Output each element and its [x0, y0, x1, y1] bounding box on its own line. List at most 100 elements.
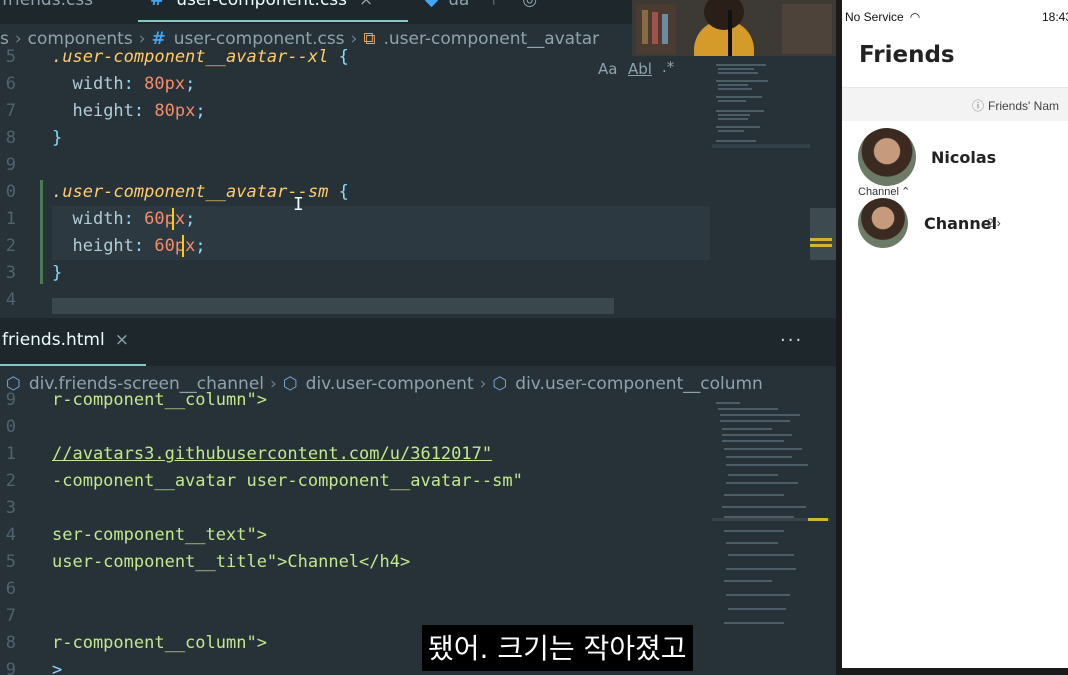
code-line[interactable]: ser-component__text">: [52, 525, 267, 545]
chevron-right-icon: ›: [270, 374, 277, 394]
info-icon: ⓘ: [972, 99, 985, 113]
source-control-icon[interactable]: ⑂: [489, 0, 499, 10]
regex-toggle[interactable]: .*: [662, 58, 674, 76]
git-modified-marker: [40, 180, 43, 284]
code-line[interactable]: r-component__column">: [52, 390, 267, 410]
symbol-class-icon: ⧉: [363, 29, 376, 49]
breadcrumb-item[interactable]: s: [0, 29, 9, 49]
section-header: ⓘ Friends' Nam: [842, 87, 1068, 121]
css-file-icon: #: [151, 29, 166, 49]
friend-name[interactable]: Nicolas: [931, 148, 996, 167]
line-number: 1: [5, 444, 16, 464]
chevron-up-icon: ⌃: [900, 186, 911, 198]
breadcrumb-item[interactable]: div.user-component__column: [515, 374, 763, 394]
line-number: 0: [5, 182, 16, 202]
active-tab-indicator: [0, 364, 146, 366]
tab-other[interactable]: ◆ ua ⑂ ◎: [425, 0, 537, 20]
chevron-right-icon: ›: [479, 374, 487, 394]
component-cube-icon: ⬡: [492, 374, 508, 394]
carrier-label: No Service: [845, 10, 904, 24]
mic-stand: [728, 10, 732, 56]
avatar[interactable]: [858, 128, 916, 186]
text-cursor-icon: I: [293, 194, 304, 215]
vue-file-icon: ◆: [425, 0, 439, 10]
chevron-right-icon: ›: [14, 29, 22, 49]
line-number: 3: [5, 498, 16, 518]
code-line[interactable]: -component__avatar user-component__avata…: [52, 471, 523, 491]
code-line[interactable]: .user-component__avatar--xl {: [52, 47, 349, 67]
line-number: 0: [5, 417, 16, 437]
tab-user-component-css[interactable]: # user-component.css ×: [150, 0, 373, 20]
line-number: 2: [5, 236, 16, 256]
code-editor: friends.css # user-component.css × ◆ ua ⑂ ◎…: [0, 0, 836, 675]
code-line[interactable]: height: 80px;: [52, 101, 205, 121]
chevron-right-icon: ›: [138, 29, 146, 49]
chevron-right-icon: ›: [996, 216, 1001, 230]
wifi-icon: ◠: [909, 10, 921, 24]
breadcrumb-item[interactable]: components: [28, 29, 133, 49]
breadcrumb-item[interactable]: div.user-component: [306, 374, 474, 394]
code-line[interactable]: width: 80px;: [52, 74, 195, 94]
minimap[interactable]: [712, 398, 830, 675]
line-number: 5: [5, 552, 16, 572]
tab-label: friends.css: [2, 0, 94, 10]
code-line[interactable]: }: [52, 128, 62, 148]
code-line[interactable]: }: [52, 263, 62, 283]
phone-simulator: No Service◠ 18:43 Friends ⓘFriends' Nam …: [836, 0, 1068, 675]
friend-count[interactable]: 2 ›: [987, 216, 1001, 230]
webcam-overlay: [632, 0, 840, 56]
line-number: 3: [5, 263, 16, 283]
code-line[interactable]: .user-component__avatar--sm {: [52, 182, 349, 202]
tab-label: ua: [448, 0, 470, 10]
split-icon[interactable]: ◎: [522, 0, 537, 10]
line-number: 1: [5, 209, 16, 229]
tab-friends-css[interactable]: friends.css: [2, 0, 93, 20]
line-number: 4: [5, 525, 16, 545]
section-label-text: Friends' Nam: [988, 99, 1059, 113]
match-case-toggle[interactable]: Aa: [598, 60, 617, 78]
breadcrumb-item[interactable]: user-component.css: [174, 29, 345, 49]
line-number: 9: [5, 155, 16, 175]
vertical-scrollbar-thumb[interactable]: [810, 208, 836, 260]
status-bar: No Service ◠ 18:43: [842, 8, 1068, 28]
tab-friends-html[interactable]: friends.html ×: [2, 330, 129, 350]
component-cube-icon: ⬡: [282, 374, 298, 394]
line-number: 7: [5, 101, 16, 121]
breadcrumb-item[interactable]: .user-component__avatar: [383, 29, 599, 49]
line-number: 6: [5, 74, 16, 94]
line-number: 4: [5, 290, 16, 310]
line-number: 8: [5, 633, 16, 653]
clock: 18:43: [1042, 10, 1068, 24]
close-icon[interactable]: ×: [115, 330, 129, 350]
multi-cursor: [172, 208, 174, 230]
multi-cursor: [182, 235, 184, 257]
code-line[interactable]: >: [52, 660, 62, 675]
line-number: 7: [5, 606, 16, 626]
screen-title: Friends: [859, 42, 955, 68]
horizontal-scrollbar[interactable]: [52, 298, 614, 314]
video-subtitle: 됐어. 크기는 작아졌고: [422, 625, 693, 671]
code-line[interactable]: r-component__column">: [52, 633, 267, 653]
css-file-icon: #: [150, 0, 165, 10]
css-breadcrumb: s › components › # user-component.css › ⧉ .user-…: [0, 29, 599, 49]
line-number: 2: [5, 471, 16, 491]
more-actions-icon[interactable]: ···: [780, 330, 803, 351]
code-line[interactable]: //avatars3.githubusercontent.com/u/36120…: [52, 444, 492, 464]
code-line[interactable]: user-component__title">Channel</h4>: [52, 552, 410, 572]
active-tab-indicator: [138, 20, 408, 22]
tab-label: friends.html: [2, 330, 105, 350]
line-number: 5: [5, 47, 16, 67]
line-number: 9: [5, 390, 16, 410]
line-number: 6: [5, 579, 16, 599]
chevron-right-icon: ›: [350, 29, 358, 49]
tab-label: user-component.css: [176, 0, 348, 10]
minimap[interactable]: [712, 58, 810, 316]
phone-screen: No Service◠ 18:43 Friends ⓘFriends' Nam …: [842, 0, 1068, 668]
find-toolbar: Aa Abl .*: [590, 58, 706, 84]
friend-sublabel: Channel ⌃: [858, 186, 911, 198]
whole-word-toggle[interactable]: Abl: [628, 60, 652, 78]
close-icon[interactable]: ×: [359, 0, 373, 10]
avatar[interactable]: [858, 198, 908, 248]
line-number: 8: [5, 128, 16, 148]
line-number: 9: [5, 660, 16, 675]
